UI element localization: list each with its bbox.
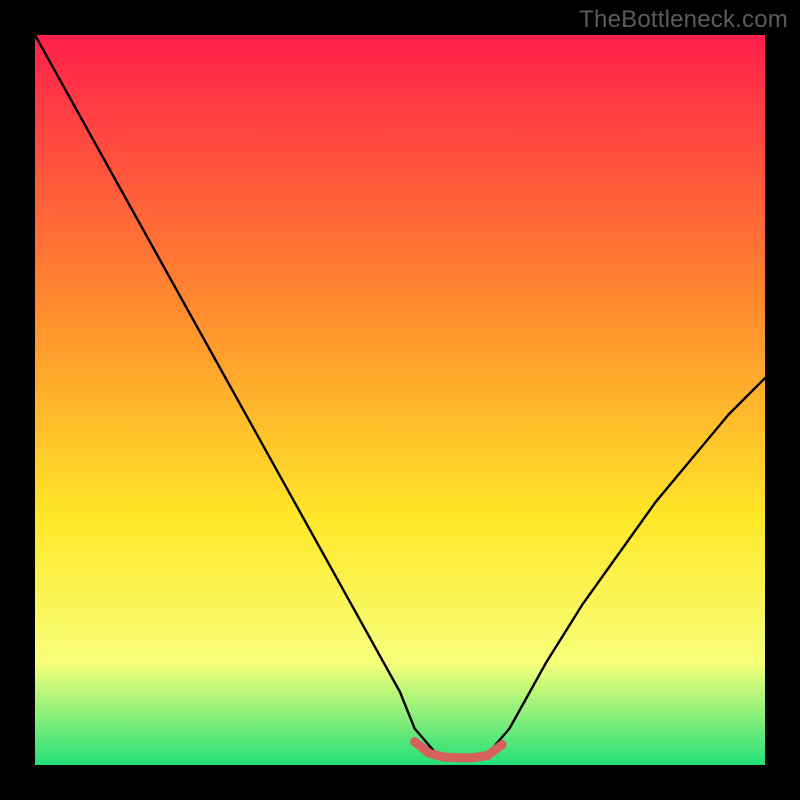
- chart-frame: TheBottleneck.com: [0, 0, 800, 800]
- plot-area: [35, 35, 765, 765]
- watermark-text: TheBottleneck.com: [579, 6, 788, 34]
- gradient-background: [35, 35, 765, 765]
- chart-svg: [35, 35, 765, 765]
